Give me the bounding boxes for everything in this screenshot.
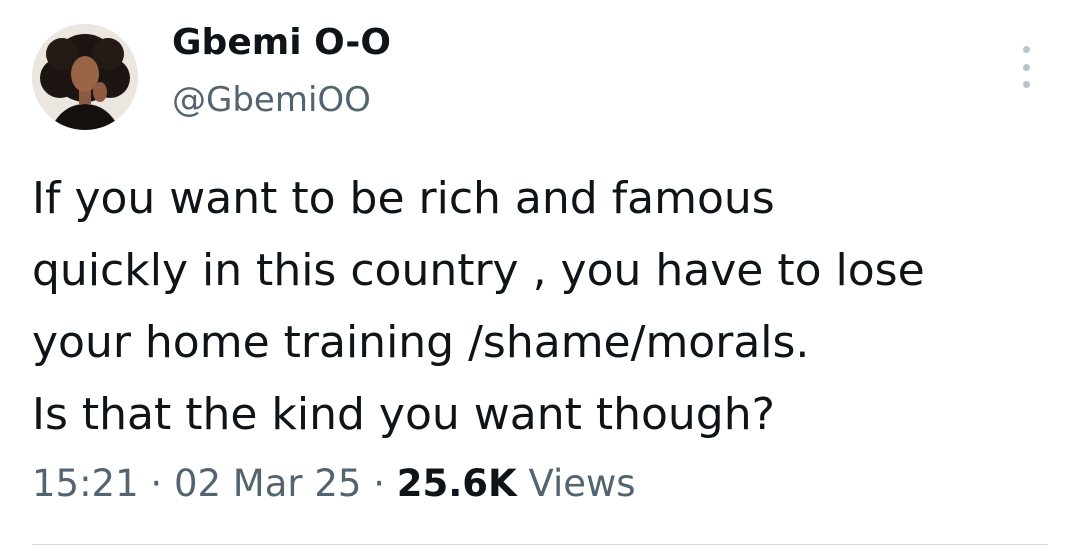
dot [1022,46,1030,53]
more-options-icon[interactable] [1012,46,1040,88]
meta-separator: · [373,462,385,505]
tweet-time[interactable]: 15:21 [32,462,139,505]
tweet-text-line: your home training /shame/morals. [32,317,810,368]
tweet-date[interactable]: 02 Mar 25 [174,462,362,505]
tweet-meta: 15:21 · 02 Mar 25 · 25.6K Views [32,462,636,505]
tweet-text-line: quickly in this country , you have to lo… [32,245,925,296]
meta-separator: · [150,462,163,505]
divider [32,544,1048,545]
dot [1022,81,1030,88]
author-name[interactable]: Gbemi O-O [172,22,391,63]
avatar[interactable] [32,24,138,130]
tweet-text-line: Is that the kind you want though? [32,389,775,440]
tweet: Gbemi O-O @GbemiOO If you want to be ric… [0,0,1080,557]
views-label: Views [528,462,636,505]
tweet-text: If you want to be rich and famous quickl… [32,163,1052,451]
author-handle[interactable]: @GbemiOO [172,80,371,120]
dot [1022,63,1030,71]
tweet-text-line: If you want to be rich and famous [32,173,775,224]
views-count: 25.6K [396,462,517,505]
avatar-photo [32,24,138,130]
